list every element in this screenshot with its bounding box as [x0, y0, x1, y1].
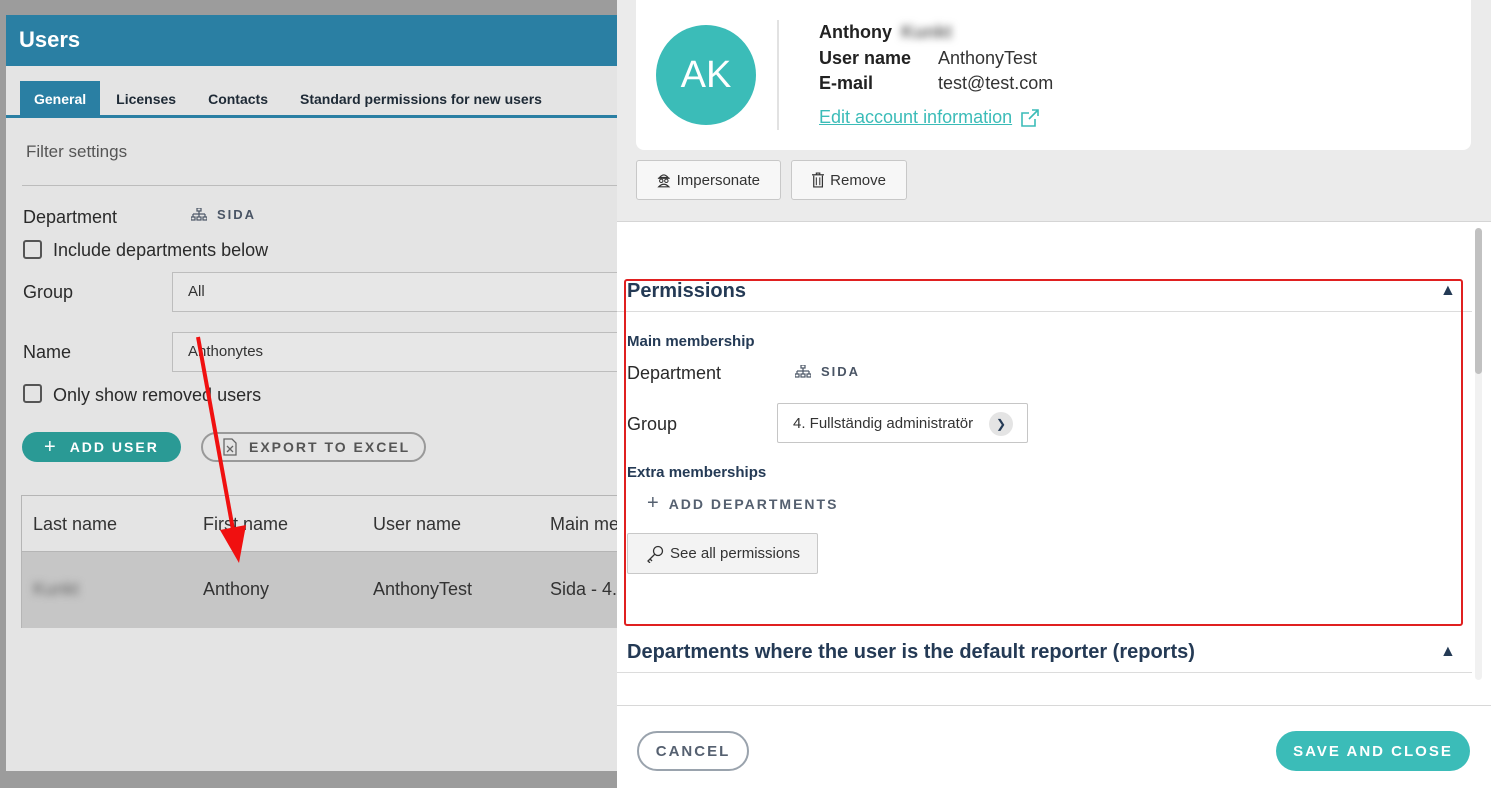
cell-main-membership: Sida - 4. [550, 579, 618, 599]
scrollbar-thumb[interactable] [1475, 228, 1482, 374]
save-and-close-button[interactable]: SAVE AND CLOSE [1276, 731, 1470, 771]
remove-button[interactable]: Remove [791, 160, 907, 200]
tab-contacts[interactable]: Contacts [192, 81, 284, 115]
department-value[interactable]: SIDA [191, 207, 256, 222]
users-table: Last name First name User name Main me K… [21, 495, 626, 628]
red-arrow-annotation [196, 336, 246, 563]
user-card: AK Anthony Kunkt User name AnthonyTest E… [636, 0, 1471, 150]
page-title: Users [6, 15, 626, 66]
include-below-label: Include departments below [53, 240, 269, 260]
table-row[interactable]: Kunkt Anthony AnthonyTest Sida - 4. [22, 552, 626, 628]
filter-settings-title[interactable]: Filter settings [26, 142, 127, 162]
username-label: User name [819, 48, 912, 68]
tab-underline [6, 115, 626, 118]
impersonate-label: Impersonate [676, 171, 760, 189]
footer-divider [617, 705, 1491, 706]
tab-general[interactable]: General [20, 81, 101, 115]
email-label: E-mail [819, 73, 874, 93]
include-below-checkbox[interactable] [23, 240, 42, 259]
panel-header: AK Anthony Kunkt User name AnthonyTest E… [617, 0, 1491, 222]
cell-user-name: AnthonyTest [373, 579, 473, 599]
column-header-main-membership[interactable]: Main me [550, 514, 619, 535]
highlight-box-annotation [624, 279, 1463, 626]
tab-bar: General Licenses Contacts Standard permi… [20, 81, 558, 115]
divider [22, 185, 626, 186]
user-full-name: Anthony Kunkt [819, 22, 952, 43]
tab-standard-permissions[interactable]: Standard permissions for new users [284, 81, 558, 115]
only-removed-checkbox[interactable] [23, 384, 42, 403]
first-name: Anthony [819, 22, 892, 42]
add-user-label: ADD USER [69, 439, 159, 455]
external-link-icon [1021, 108, 1039, 127]
tab-licenses[interactable]: Licenses [100, 81, 192, 115]
users-page: Users General Licenses Contacts Standard… [6, 15, 626, 771]
group-select[interactable]: All [172, 272, 626, 312]
name-label: Name [23, 342, 72, 362]
impersonate-button[interactable]: Impersonate [636, 160, 781, 200]
chevron-up-icon[interactable]: ▲ [1440, 643, 1456, 661]
department-name: SIDA [217, 207, 257, 222]
plus-icon: + [44, 435, 58, 458]
user-detail-panel: AK Anthony Kunkt User name AnthonyTest E… [617, 0, 1491, 788]
department-label: Department [23, 207, 118, 227]
cell-first-name: Anthony [203, 579, 270, 599]
export-label: EXPORT TO EXCEL [249, 439, 411, 455]
divider [617, 672, 1472, 673]
divider [777, 20, 779, 130]
trash-icon [812, 172, 825, 188]
reporter-section-title[interactable]: Departments where the user is the defaul… [627, 641, 1195, 664]
column-header-user-name[interactable]: User name [373, 514, 461, 535]
group-label: Group [23, 282, 74, 302]
org-tree-icon [191, 207, 207, 221]
email-value: test@test.com [938, 73, 1054, 93]
remove-label: Remove [830, 171, 886, 189]
edit-account-label: Edit account information [819, 107, 1013, 127]
last-name-blurred: Kunkt [901, 22, 952, 42]
spy-icon [657, 174, 671, 188]
cell-last-name: Kunkt [33, 579, 80, 599]
username-value: AnthonyTest [938, 48, 1038, 68]
column-header-last-name[interactable]: Last name [33, 514, 117, 535]
table-header: Last name First name User name Main me [22, 496, 626, 552]
avatar: AK [656, 25, 756, 125]
add-user-button[interactable]: + ADD USER [22, 432, 181, 462]
edit-account-link[interactable]: Edit account information [819, 107, 1040, 128]
cancel-button[interactable]: CANCEL [637, 731, 749, 771]
